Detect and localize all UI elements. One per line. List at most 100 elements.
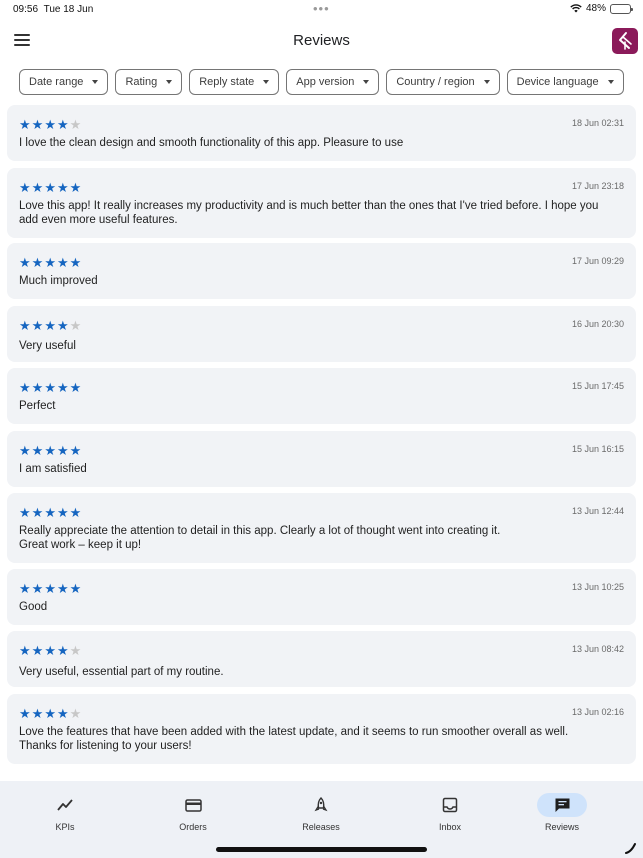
review-text: Good [19,601,48,613]
review-card[interactable]: ★ ★ ★ ★ ★ 16 Jun 20:30 Very useful [7,306,636,362]
star-rating: ★ ★ ★ ★ ★ [19,181,81,194]
dropdown-caret-icon [363,80,370,84]
wifi-icon [570,4,582,13]
card-icon [168,793,218,817]
dropdown-caret-icon [263,80,270,84]
review-date: 18 Jun 02:31 [571,118,624,128]
star-empty-icon: ★ [69,706,82,721]
star-filled-icon: ★ [69,505,82,520]
review-date: 16 Jun 20:30 [571,319,624,329]
filter-chip-app-version[interactable]: App version [286,69,380,95]
star-filled-icon: ★ [19,643,31,658]
star-filled-icon: ★ [31,706,44,721]
review-card[interactable]: ★ ★ ★ ★ ★ 17 Jun 23:18 Love this app! It reall… [7,168,636,238]
review-card[interactable]: ★ ★ ★ ★ ★ 17 Jun 09:29 Much improved [7,243,636,299]
star-filled-icon: ★ [69,443,82,458]
nav-tab-label: Reviews [544,822,579,832]
star-filled-icon: ★ [31,180,44,195]
app-logo[interactable] [612,28,638,54]
review-text: Very useful [19,340,76,352]
star-filled-icon: ★ [19,180,31,195]
star-filled-icon: ★ [31,117,44,132]
filter-chip-label: Date range [29,76,84,88]
review-date: 13 Jun 10:25 [571,582,624,592]
star-filled-icon: ★ [69,255,82,270]
page-title: Reviews [293,32,350,49]
review-text: I am satisfied [19,463,87,475]
star-filled-icon: ★ [56,581,69,596]
trend-icon [40,793,90,817]
star-filled-icon: ★ [19,443,31,458]
star-filled-icon: ★ [44,318,56,333]
star-filled-icon: ★ [31,581,44,596]
review-date: 15 Jun 17:45 [571,381,624,391]
review-card[interactable]: ★ ★ ★ ★ ★ 18 Jun 02:31 I love the clean design… [7,105,636,161]
review-date: 17 Jun 23:18 [571,181,624,191]
filter-chip-rating[interactable]: Rating [115,69,183,95]
review-card[interactable]: ★ ★ ★ ★ ★ 13 Jun 10:25 Good [7,569,636,625]
star-filled-icon: ★ [31,255,44,270]
star-filled-icon: ★ [19,505,31,520]
filter-chip-reply-state[interactable]: Reply state [189,69,280,95]
dropdown-caret-icon [92,80,99,84]
star-filled-icon: ★ [56,643,69,658]
star-filled-icon: ★ [19,117,31,132]
review-card[interactable]: ★ ★ ★ ★ ★ 15 Jun 17:45 Perfect [7,368,636,424]
nav-tab-reviews[interactable]: Reviews [522,793,602,832]
star-filled-icon: ★ [69,581,82,596]
nav-tab-inbox[interactable]: Inbox [410,793,490,832]
star-rating: ★ ★ ★ ★ ★ [19,707,81,720]
review-text: I love the clean design and smooth funct… [19,137,404,149]
home-indicator[interactable] [216,847,427,852]
review-card[interactable]: ★ ★ ★ ★ ★ 13 Jun 12:44 Really appreciate the a… [7,493,636,563]
filter-chip-country-region[interactable]: Country / region [386,69,500,95]
review-card[interactable]: ★ ★ ★ ★ ★ 13 Jun 08:42 Very useful, essential … [7,631,636,687]
filter-chip-label: Rating [125,76,158,88]
star-rating: ★ ★ ★ ★ ★ [19,118,81,131]
star-rating: ★ ★ ★ ★ ★ [19,319,81,332]
star-filled-icon: ★ [56,180,69,195]
review-card[interactable]: ★ ★ ★ ★ ★ 15 Jun 16:15 I am satisfied [7,431,636,487]
status-right: 48% [570,3,633,14]
review-date: 15 Jun 16:15 [571,444,624,454]
filter-chip-label: App version [296,76,355,88]
star-filled-icon: ★ [31,443,44,458]
multitasking-dots-icon[interactable]: ••• [313,1,330,16]
review-text: Much improved [19,275,98,287]
logo-icon [619,32,632,50]
nav-tab-releases[interactable]: Releases [281,793,361,832]
star-empty-icon: ★ [69,117,82,132]
star-empty-icon: ★ [69,643,82,658]
star-filled-icon: ★ [44,443,56,458]
review-date: 17 Jun 09:29 [571,256,624,266]
star-filled-icon: ★ [31,380,44,395]
star-filled-icon: ★ [19,255,31,270]
review-card[interactable]: ★ ★ ★ ★ ★ 13 Jun 02:16 Love the features that … [7,694,636,764]
nav-tab-orders[interactable]: Orders [153,793,233,832]
star-filled-icon: ★ [44,706,56,721]
battery-percent: 48% [585,3,606,14]
nav-tab-label: KPIs [55,822,75,832]
star-empty-icon: ★ [69,318,82,333]
review-date: 13 Jun 08:42 [571,644,624,654]
nav-tab-kpis[interactable]: KPIs [25,793,105,832]
star-filled-icon: ★ [19,706,31,721]
nav-tab-label: Orders [179,822,207,832]
filter-chip-date-range[interactable]: Date range [19,69,109,95]
filter-chip-device-language[interactable]: Device language [506,69,624,95]
review-date: 13 Jun 02:16 [571,707,624,717]
star-rating: ★ ★ ★ ★ ★ [19,256,81,269]
status-time: 09:56 Tue 18 Jun [13,4,94,15]
star-filled-icon: ★ [19,318,31,333]
star-filled-icon: ★ [44,643,56,658]
star-filled-icon: ★ [44,255,56,270]
star-rating: ★ ★ ★ ★ ★ [19,582,81,595]
filter-chip-label: Country / region [396,76,475,88]
star-filled-icon: ★ [19,380,31,395]
review-text: Very useful, essential part of my routin… [19,666,224,678]
star-filled-icon: ★ [44,505,56,520]
star-filled-icon: ★ [56,505,69,520]
star-filled-icon: ★ [31,505,44,520]
inbox-icon [425,793,475,817]
star-filled-icon: ★ [44,581,56,596]
